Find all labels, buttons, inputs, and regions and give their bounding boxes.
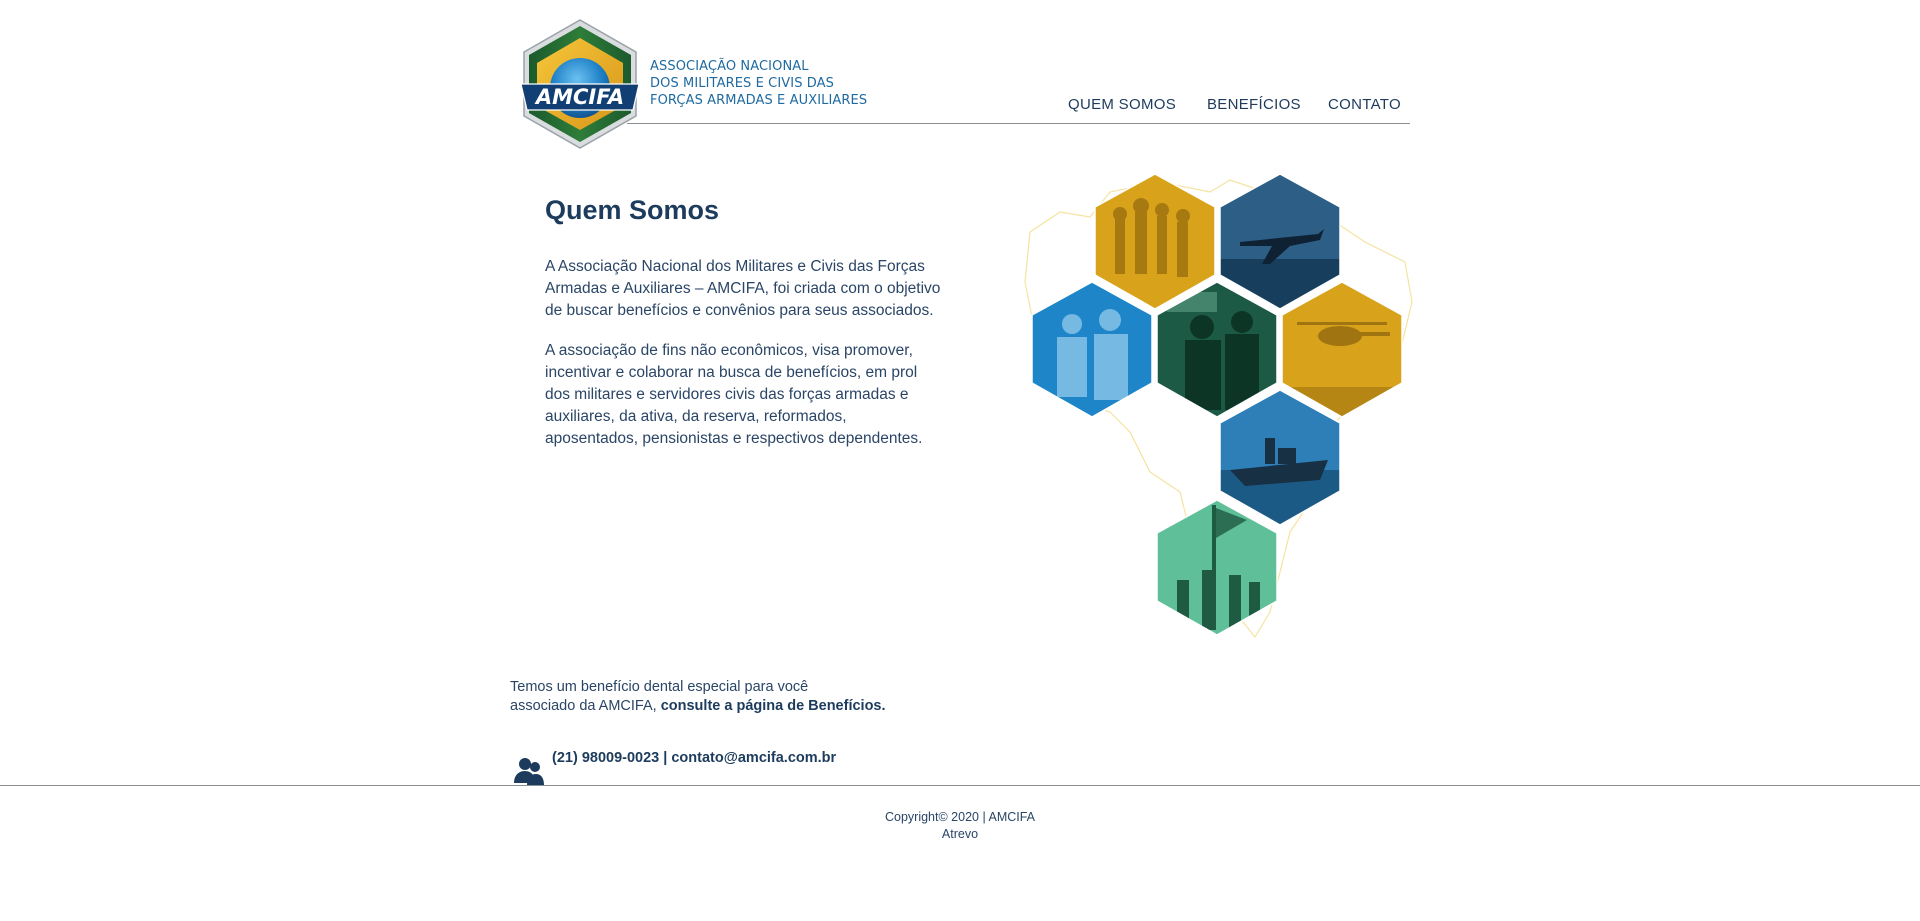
- hex-warship: [1219, 389, 1341, 526]
- credit-link[interactable]: Atrevo: [0, 827, 1920, 841]
- about-paragraph-2-line: A associação de fins não econômicos, vis…: [545, 342, 913, 359]
- about-paragraph-1-line: A Associação Nacional dos Militares e Ci…: [545, 258, 925, 275]
- organization-name-line-2: DOS MILITARES E CIVIS DAS: [650, 76, 835, 91]
- organization-name-line-3: FORÇAS ARMADAS E AUXILIARES: [650, 93, 868, 108]
- about-paragraph-2-line: aposentados, pensionistas e respectivos …: [545, 430, 923, 447]
- page-title: Quem Somos: [545, 195, 720, 225]
- contact-separator: |: [659, 750, 672, 766]
- hex-saluting-soldiers: [1156, 281, 1278, 418]
- contact-info: (21) 98009-0023 | contato@amcifa.com.br: [552, 750, 836, 766]
- organization-name-line-1: ASSOCIAÇÃO NACIONAL: [650, 59, 809, 74]
- benefits-page-link[interactable]: consulte a página de Benefícios.: [661, 698, 886, 714]
- about-paragraph-2-line: incentivar e colaborar na busca de benef…: [545, 364, 918, 381]
- header-divider: [627, 123, 1410, 124]
- promo-line-2-text: associado da AMCIFA,: [510, 698, 661, 714]
- footer-divider: [0, 785, 1920, 786]
- hex-soldiers-marching: [1094, 173, 1216, 310]
- nav-quem-somos[interactable]: QUEM SOMOS: [1068, 96, 1176, 113]
- about-paragraph-1-line: Armadas e Auxiliares – AMCIFA, foi criad…: [545, 280, 941, 297]
- users-icon: [513, 756, 545, 786]
- military-hexagon-collage: [1020, 172, 1415, 642]
- page: AMCIFA ASSOCIAÇÃO NACIONAL DOS MILITARES…: [0, 0, 1920, 921]
- copyright-text: Copyright© 2020 | AMCIFA: [884, 810, 1036, 824]
- about-paragraph-2-line: auxiliares, da ativa, da reserva, reform…: [545, 408, 847, 425]
- about-paragraph-1-line: de buscar benefícios e convênios para se…: [545, 302, 934, 319]
- dental-benefit-promo: Temos um benefício dental especial para …: [510, 678, 886, 716]
- nav-contato[interactable]: CONTATO: [1328, 96, 1401, 113]
- about-paragraph-2-line: dos militares e servidores civis das for…: [545, 386, 909, 403]
- hex-navy-officers: [1031, 281, 1153, 418]
- hex-helicopter: [1281, 281, 1403, 418]
- email-link[interactable]: contato@amcifa.com.br: [671, 750, 836, 766]
- nav-beneficios[interactable]: BENEFÍCIOS: [1207, 96, 1301, 113]
- promo-line-2: associado da AMCIFA, consulte a página d…: [510, 697, 886, 716]
- hex-flag-raising: [1156, 499, 1278, 636]
- about-paragraph-1: A Associação Nacional dos Militares e Ci…: [545, 256, 940, 322]
- organization-name: ASSOCIAÇÃO NACIONAL DOS MILITARES E CIVI…: [650, 58, 867, 109]
- about-paragraph-2: A associação de fins não econômicos, vis…: [545, 340, 922, 450]
- promo-line-1: Temos um benefício dental especial para …: [510, 679, 809, 695]
- phone-number[interactable]: (21) 98009-0023: [552, 750, 659, 766]
- amcifa-logo[interactable]: AMCIFA: [515, 18, 645, 150]
- hex-airplane: [1219, 173, 1341, 310]
- logo-text: AMCIFA: [534, 85, 624, 109]
